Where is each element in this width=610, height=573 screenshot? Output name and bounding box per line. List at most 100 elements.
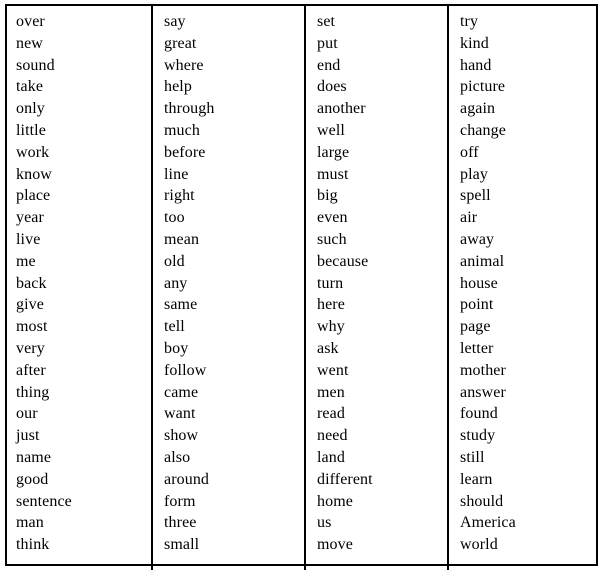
word-item: such (317, 230, 347, 248)
word-item: give (16, 296, 44, 314)
word-item: work (16, 143, 50, 161)
word-item: us (317, 514, 332, 532)
word-item: picture (460, 78, 506, 96)
word-item: read (317, 405, 345, 423)
word-item: hand (460, 56, 492, 74)
word-item: point (460, 296, 494, 314)
word-item: move (317, 536, 353, 554)
word-item: little (16, 121, 46, 139)
word-item: because (317, 252, 369, 270)
word-item: should (460, 492, 504, 510)
word-item: try (460, 13, 479, 30)
word-item: right (164, 187, 195, 205)
word-item: big (317, 187, 338, 205)
word-item: think (16, 536, 50, 554)
word-item: take (16, 78, 44, 96)
word-item: old (164, 252, 185, 270)
word-item: very (16, 339, 45, 357)
word-item: after (16, 361, 46, 379)
word-item: off (460, 143, 479, 161)
word-item: three (164, 514, 197, 532)
word-item: new (16, 34, 43, 52)
word-item: answer (460, 383, 506, 401)
word-item: live (16, 230, 41, 248)
word-item: small (164, 536, 200, 554)
word-item: house (460, 274, 498, 292)
word-item: man (16, 514, 44, 532)
word-item: came (164, 383, 199, 401)
word-item: where (164, 56, 204, 74)
word-item: need (317, 427, 348, 445)
word-item: went (317, 361, 349, 379)
word-item: letter (460, 339, 494, 357)
word-item: set (317, 13, 336, 30)
word-item: play (460, 165, 488, 183)
word-item: want (164, 405, 196, 423)
word-item: year (16, 209, 44, 227)
word-item: page (460, 318, 491, 336)
word-item: world (460, 536, 498, 554)
word-item: good (16, 470, 49, 488)
word-item: away (460, 230, 495, 248)
word-item: over (16, 13, 45, 30)
word-item: name (16, 448, 52, 466)
word-item: line (164, 165, 189, 183)
word-item: air (460, 209, 478, 227)
word-item: different (317, 470, 373, 488)
word-item: sentence (16, 492, 72, 510)
word-item: much (164, 121, 200, 139)
word-item: still (460, 448, 485, 466)
word-item: America (460, 514, 516, 532)
word-item: change (460, 121, 506, 139)
word-item: boy (164, 339, 189, 357)
word-item: mother (460, 361, 506, 379)
word-item: mean (164, 230, 200, 248)
word-item: home (317, 492, 353, 510)
word-item: learn (460, 470, 493, 488)
word-item: put (317, 34, 338, 52)
word-item: form (164, 492, 196, 510)
word-item: back (16, 274, 47, 292)
word-column-4: try kind hand picture again change off play spel… (447, 4, 598, 566)
word-item: land (317, 448, 345, 466)
word-item: turn (317, 274, 344, 292)
word-item: also (164, 448, 191, 466)
word-item: animal (460, 252, 505, 270)
word-item: place (16, 187, 51, 205)
word-item: through (164, 100, 215, 118)
word-item: another (317, 100, 366, 118)
word-columns: over new sound take only little work know place y… (5, 4, 598, 566)
word-item: just (16, 427, 40, 445)
word-item: most (16, 318, 48, 336)
word-item: kind (460, 34, 489, 52)
word-item: end (317, 56, 341, 74)
word-item: found (460, 405, 498, 423)
word-item: too (164, 209, 185, 227)
word-item: tell (164, 318, 185, 336)
word-column-2: say great where help through much before line ri… (151, 4, 304, 566)
word-item: spell (460, 187, 491, 205)
word-item: me (16, 252, 36, 270)
word-item: does (317, 78, 347, 96)
word-item: sound (16, 56, 55, 74)
word-item: follow (164, 361, 207, 379)
word-item: same (164, 296, 198, 314)
word-item: thing (16, 383, 50, 401)
word-item: around (164, 470, 210, 488)
word-item: ask (317, 339, 339, 357)
word-item: study (460, 427, 496, 445)
word-item: know (16, 165, 52, 183)
word-item: large (317, 143, 350, 161)
page-root: over new sound take only little work know place y… (0, 0, 610, 573)
word-item: great (164, 34, 197, 52)
word-item: any (164, 274, 188, 292)
word-item: must (317, 165, 349, 183)
word-item: why (317, 318, 345, 336)
word-item: our (16, 405, 38, 423)
word-item: before (164, 143, 206, 161)
word-item: say (164, 13, 186, 30)
word-column-1: over new sound take only little work know place y… (5, 4, 151, 566)
word-item: again (460, 100, 496, 118)
word-item: well (317, 121, 345, 139)
word-item: here (317, 296, 345, 314)
